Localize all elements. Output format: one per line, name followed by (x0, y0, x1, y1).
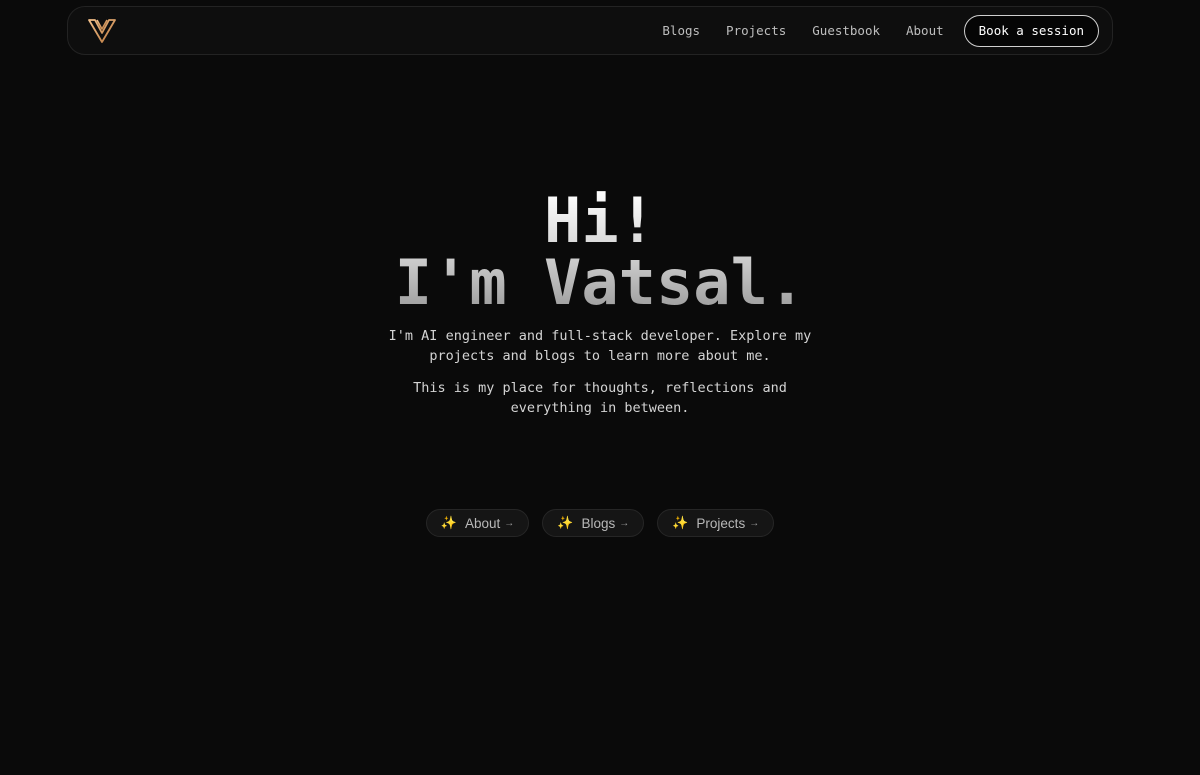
arrow-right-icon: → (619, 517, 630, 529)
cta-label: About (464, 515, 501, 531)
blogs-cta-button[interactable]: ✨ Blogs → (542, 509, 645, 537)
v-monogram-icon[interactable] (88, 18, 116, 44)
hero-intro-secondary: This is my place for thoughts, reflectio… (413, 380, 787, 416)
cta-row: ✨ About → ✨ Blogs → ✨ Projects → (0, 509, 1200, 537)
nav-link-blogs[interactable]: Blogs (662, 23, 700, 38)
projects-cta-button[interactable]: ✨ Projects → (657, 509, 775, 537)
hero-title-line1: Hi! (544, 184, 656, 257)
sparkle-icon: ✨ (672, 515, 689, 530)
hero-title-line2: I'm Vatsal. (394, 246, 806, 319)
hero-section: Hi! I'm Vatsal. I'm AI engineer and full… (0, 190, 1200, 418)
about-cta-button[interactable]: ✨ About → (425, 509, 530, 537)
nav-link-projects[interactable]: Projects (726, 23, 786, 38)
nav-link-about[interactable]: About (906, 23, 944, 38)
nav-link-guestbook[interactable]: Guestbook (812, 23, 880, 38)
top-navbar: Blogs Projects Guestbook About Book a se… (67, 6, 1113, 55)
hero-intro: I'm AI engineer and full-stack developer… (388, 328, 812, 364)
nav-links: Blogs Projects Guestbook About Book a se… (662, 14, 1099, 47)
cta-label: Blogs (581, 515, 616, 531)
sparkle-icon: ✨ (440, 515, 457, 530)
arrow-right-icon: → (749, 517, 760, 529)
sparkle-icon: ✨ (557, 515, 574, 530)
cta-label: Projects (696, 515, 746, 531)
hero-title: Hi! I'm Vatsal. (395, 190, 806, 314)
arrow-right-icon: → (504, 517, 515, 529)
book-session-button[interactable]: Book a session (963, 14, 1099, 47)
